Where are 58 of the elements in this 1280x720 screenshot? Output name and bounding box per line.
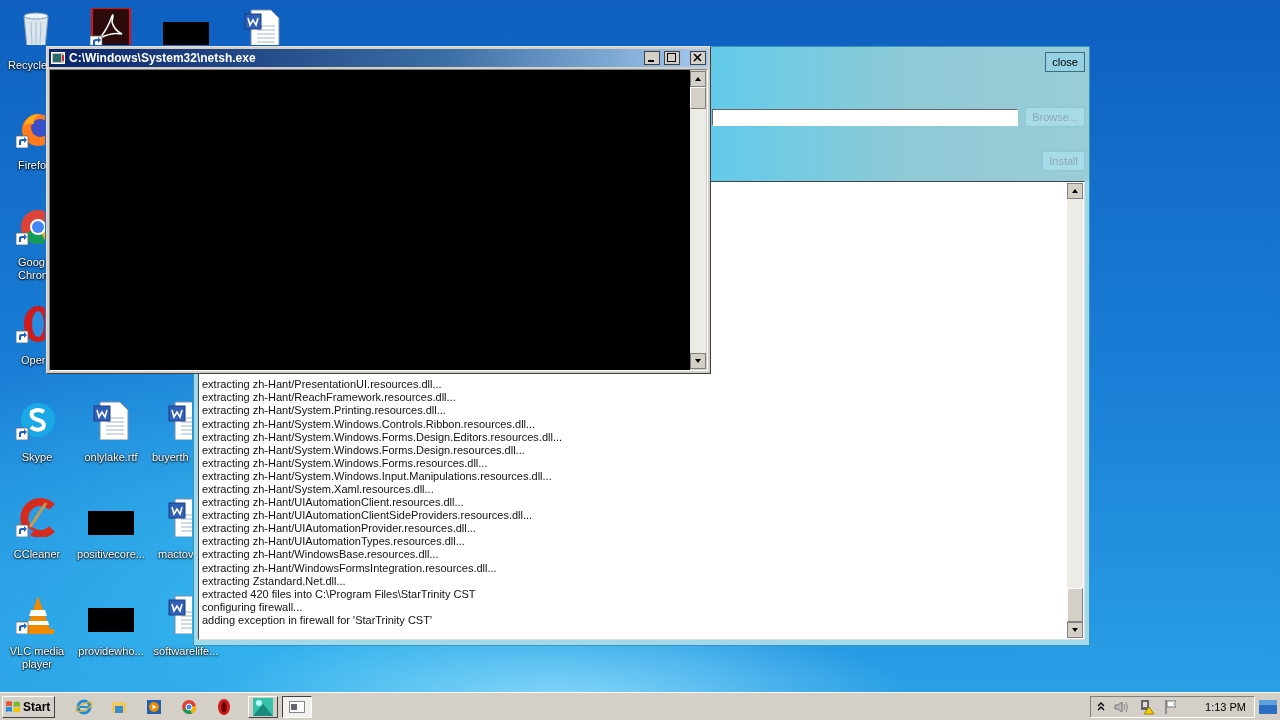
log-line: extracting zh-Hant/UIAutomationTypes.resources.dll... [202, 535, 466, 549]
task-button[interactable] [282, 695, 313, 718]
network-warning-icon[interactable] [1139, 698, 1156, 715]
minimize-button[interactable] [644, 51, 660, 65]
pdf-icon[interactable] [90, 8, 132, 45]
scroll-thumb[interactable] [1067, 588, 1083, 622]
log-line: extracting zh-Hant/System.Windows.Forms.resources.dll... [202, 456, 489, 470]
icon-label: Recycle [8, 59, 48, 72]
document-icon[interactable] [90, 400, 132, 440]
log-line: extracting Zstandard.Net.dll... [202, 574, 347, 588]
log-line: extracting zh-Hant/UIAutomationClient.resources.dll... [202, 496, 465, 510]
icon-label: VLC media player [8, 645, 66, 671]
app-icon [253, 697, 274, 716]
broom-icon[interactable] [16, 497, 58, 537]
document-icon[interactable] [241, 8, 283, 45]
log-line: extracting zh-Hant/System.Printing.resources.dll... [202, 404, 447, 418]
window-title: C:\Windows\System32\netsh.exe [69, 51, 257, 65]
path-field[interactable] [712, 108, 1019, 126]
log-line: extracting zh-Hant/WindowsBase.resources.dll... [202, 548, 440, 562]
log-line: adding exception in firewall for 'StarTrinity CST' [202, 613, 433, 627]
show-desktop-icon[interactable] [1259, 699, 1277, 714]
log-line: extracting zh-Hant/System.Windows.Forms.Design.Editors.resources.dll... [202, 430, 564, 444]
log-line: extracting zh-Hant/UIAutomationClientSideProviders.resources.dll... [202, 509, 534, 523]
log-line: extracting zh-Hant/UIAutomationProvider.resources.dll... [202, 522, 477, 536]
icon-label: Goog Chron [18, 256, 49, 282]
window-icon [289, 700, 306, 713]
log-line: extracting zh-Hant/System.Windows.Input.Manipulations.resources.dll... [202, 469, 553, 483]
start-button[interactable]: Start [2, 695, 56, 718]
console-icon [51, 52, 65, 64]
skype-icon[interactable] [16, 400, 58, 440]
chevron-up-icon[interactable] [1097, 701, 1106, 712]
icon-label: softwarelife... [152, 645, 220, 658]
icon-label: onlylake.rtf [83, 451, 139, 464]
icon-label: providewho... [77, 645, 145, 658]
scroll-thumb[interactable] [690, 87, 706, 109]
icon-label: Skype [20, 451, 54, 464]
flag-icon[interactable] [1164, 698, 1179, 715]
close-button[interactable]: close [1045, 52, 1085, 72]
log-line: extracting zh-Hant/WindowsFormsIntegration.resources.dll... [202, 561, 498, 575]
maximize-button[interactable] [664, 51, 680, 65]
icon-label: mactov [158, 548, 194, 561]
log-line: extracting zh-Hant/System.Xaml.resources.dll... [202, 482, 435, 497]
icon-label: buyerth [152, 451, 189, 464]
icon-label: Firefo [18, 159, 47, 172]
log-line: configuring firewall... [202, 600, 304, 614]
log-line: extracted 420 files into C:\Program Files\StarTrinity CST [202, 587, 477, 601]
icon-label: Oper [21, 354, 46, 367]
log-line: extracting zh-Hant/PresentationUI.resources.dll... [202, 378, 443, 392]
log-line: extracting zh-Hant/System.Windows.Forms.Design.resources.dll... [202, 443, 526, 457]
clock: 1:13 PM [1205, 700, 1246, 713]
icon-label: CCleaner [12, 548, 62, 561]
close-button[interactable] [690, 51, 706, 65]
chrome-icon[interactable] [180, 697, 199, 716]
log-line: extracting zh-Hant/ReachFramework.resources.dll... [202, 391, 457, 405]
play-icon[interactable] [145, 697, 164, 716]
log-line: extracting zh-Hant/System.Windows.Controls.Ribbon.resources.dll... [202, 417, 537, 431]
icon-label: positivecore... [76, 548, 146, 561]
windows-logo-icon [5, 699, 21, 714]
